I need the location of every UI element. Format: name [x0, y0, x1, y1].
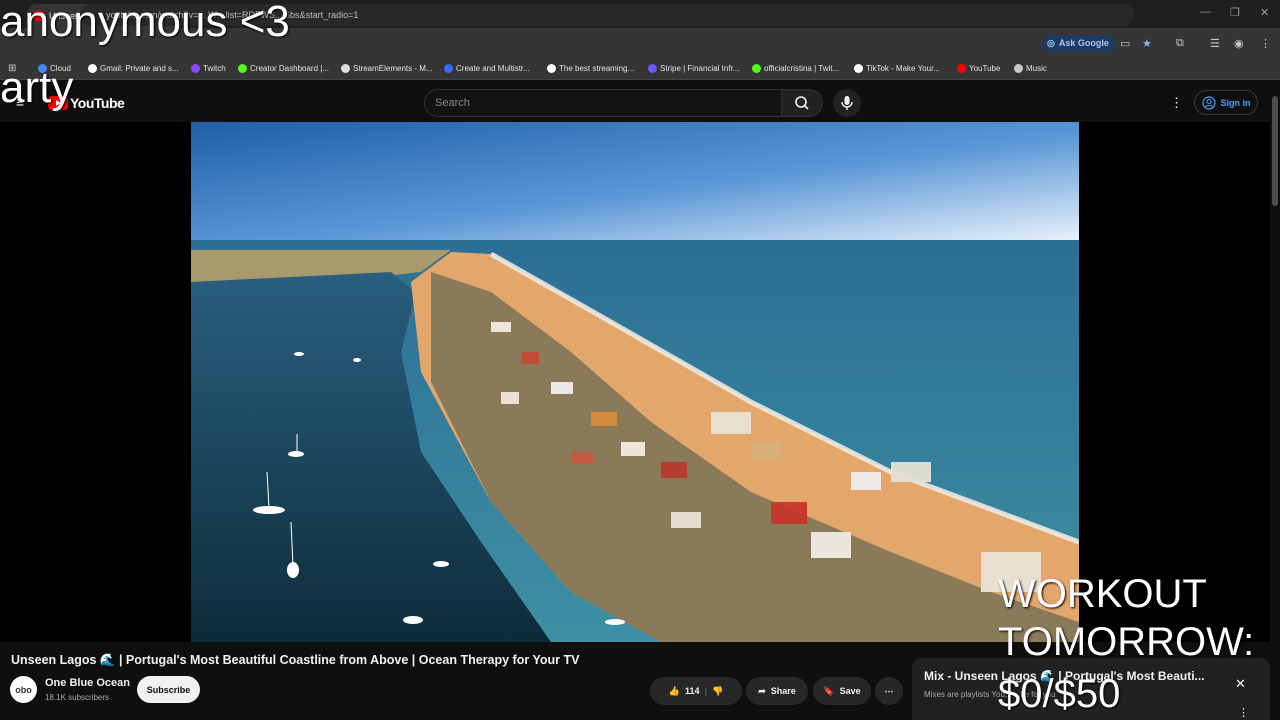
close-mix-icon[interactable]: ✕: [1235, 676, 1246, 692]
bookmark-youtube[interactable]: YouTube: [957, 64, 1000, 73]
bookmark-twitch[interactable]: Twitch: [191, 64, 226, 73]
account-icon: [1201, 95, 1216, 110]
streamelements-icon: [341, 64, 350, 73]
profile-icon[interactable]: ◉: [1234, 37, 1244, 50]
share-button[interactable]: ➦ Share: [746, 677, 808, 705]
thumbs-down-icon[interactable]: 👎: [712, 686, 723, 697]
mix-menu-icon[interactable]: ⋮: [1238, 706, 1249, 719]
bookmark-label: StreamElements - M...: [353, 64, 433, 73]
bookmark-gmail-private-and-s[interactable]: Gmail: Private and s...: [88, 64, 179, 73]
overlay-username: anonymous <3: [0, 0, 290, 46]
search-input[interactable]: Search: [424, 89, 782, 117]
ask-google-button[interactable]: ◎ Ask Google: [1042, 35, 1116, 52]
bookmark-creator-dashboard[interactable]: Creator Dashboard |...: [238, 64, 329, 73]
share-label: Share: [770, 686, 796, 696]
more-dots-icon: ⋯: [884, 685, 894, 696]
bookmark-create-and-multistr[interactable]: Create and Multistr...: [444, 64, 530, 73]
like-divider: |: [704, 686, 708, 696]
close-window-icon[interactable]: ✕: [1260, 6, 1269, 19]
overlay-goal-line2: TOMORROW:: [998, 620, 1255, 664]
share-arrow-icon: ➦: [758, 685, 766, 696]
bookmark-label: TikTok - Make Your...: [866, 64, 940, 73]
channel-name[interactable]: One Blue Ocean: [45, 677, 130, 689]
bookmark-officialcristina-twit[interactable]: officialcristina | Twit...: [752, 64, 839, 73]
restore-icon[interactable]: ❐: [1230, 6, 1240, 19]
diamond-icon: [547, 64, 556, 73]
bookmark-label: Music: [1026, 64, 1047, 73]
video-title: Unseen Lagos 🌊 | Portugal's Most Beautif…: [11, 653, 580, 667]
youtube-wordmark: YouTube: [70, 95, 125, 111]
overlay-username-line2: arty: [0, 63, 74, 112]
bookmark-label: The best streaming...: [559, 64, 635, 73]
youtube-icon: [957, 64, 966, 73]
tiktok-icon: [854, 64, 863, 73]
overlay-goal-line1: WORKOUT: [998, 572, 1207, 616]
bookmark-label: Stripe | Financial Infr...: [660, 64, 740, 73]
scrollbar-thumb[interactable]: [1272, 96, 1278, 206]
microphone-icon: [841, 96, 853, 110]
folder-icon: [1014, 64, 1023, 73]
bookmark-star-icon[interactable]: ★: [1142, 37, 1152, 50]
twitch-green-icon: [752, 64, 761, 73]
like-count: 114: [684, 686, 700, 696]
like-dislike-group: 👍 114 | 👎: [650, 677, 742, 705]
more-actions-button[interactable]: ⋯: [875, 677, 903, 705]
lens-icon: ◎: [1047, 38, 1055, 48]
overlay-goal-amount: $0/$50: [998, 672, 1121, 716]
bookmark-stripe-financial-infr[interactable]: Stripe | Financial Infr...: [648, 64, 739, 73]
bookmark-label: officialcristina | Twit...: [764, 64, 840, 73]
google-icon: [88, 64, 97, 73]
video-frame-coastline[interactable]: [191, 122, 1079, 642]
sign-in-label: Sign in: [1220, 97, 1251, 108]
stripe-icon: [648, 64, 657, 73]
search-icon: [795, 96, 809, 110]
aerial-coastline-image: [191, 122, 1079, 642]
channel-avatar[interactable]: obo: [10, 676, 37, 703]
bookmark-label: Creator Dashboard |...: [250, 64, 330, 73]
bookmark-streamelements-m[interactable]: StreamElements - M...: [341, 64, 433, 73]
bookmark-label: Gmail: Private and s...: [100, 64, 179, 73]
save-label: Save: [839, 686, 861, 696]
settings-kebab-icon[interactable]: ⋮: [1170, 95, 1183, 111]
bookmark-music[interactable]: Music: [1014, 64, 1047, 73]
reading-list-icon[interactable]: ☰: [1210, 37, 1220, 50]
save-bookmark-icon: 🔖: [823, 685, 835, 696]
sign-in-button[interactable]: Sign in: [1194, 90, 1258, 115]
search-button[interactable]: [781, 89, 823, 117]
subscriber-count: 18.1K subscribers: [45, 693, 110, 702]
cast-icon[interactable]: ▭: [1120, 37, 1130, 50]
bookmark-tiktok-make-your[interactable]: TikTok - Make Your...: [854, 64, 940, 73]
voice-search-button[interactable]: [833, 89, 861, 117]
thumbs-up-icon: 👍: [668, 685, 680, 696]
like-button[interactable]: 👍 114: [669, 686, 700, 697]
restream-icon: [444, 64, 453, 73]
subscribe-button[interactable]: Subscribe: [137, 676, 200, 703]
ask-google-label: Ask Google: [1058, 38, 1109, 48]
chrome-menu-icon[interactable]: ⋮: [1260, 37, 1271, 50]
extensions-icon[interactable]: ⧉: [1176, 37, 1184, 50]
search-placeholder: Search: [435, 97, 470, 109]
twitch-icon: [191, 64, 200, 73]
bookmark-label: YouTube: [969, 64, 1001, 73]
save-button[interactable]: 🔖 Save: [813, 677, 871, 705]
bookmark-label: Create and Multistr...: [456, 64, 530, 73]
minimize-icon[interactable]: —: [1200, 6, 1211, 18]
bookmark-the-best-streaming[interactable]: The best streaming...: [547, 64, 634, 73]
bookmark-label: Twitch: [203, 64, 226, 73]
kick-icon: [238, 64, 247, 73]
